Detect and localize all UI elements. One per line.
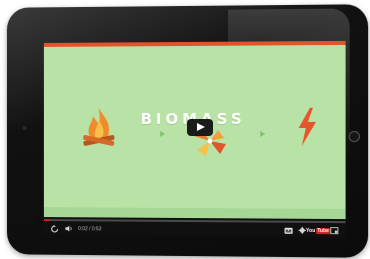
fullscreen-icon bbox=[330, 227, 338, 234]
flow-arrow bbox=[260, 131, 266, 138]
video-frame[interactable]: BIOMASS bbox=[43, 40, 346, 220]
captions-icon bbox=[284, 227, 293, 234]
duration: 0:53 bbox=[91, 225, 102, 232]
flow-arrow bbox=[160, 131, 166, 137]
play-icon bbox=[196, 122, 205, 131]
volume-icon bbox=[65, 225, 73, 232]
video-player: BIOMASS 0:02 / 0:53 bbox=[43, 40, 346, 238]
gear-icon bbox=[298, 226, 306, 234]
tablet-device: BIOMASS 0:02 / 0:53 bbox=[6, 4, 369, 258]
front-camera bbox=[22, 126, 27, 131]
progress-fill bbox=[43, 219, 50, 222]
play-button[interactable] bbox=[186, 118, 213, 137]
replay-button[interactable] bbox=[50, 222, 60, 235]
video-ground-strip bbox=[43, 207, 346, 220]
home-button[interactable] bbox=[348, 131, 360, 143]
youtube-logo-you: You bbox=[306, 227, 316, 234]
youtube-logo: You Tube bbox=[306, 227, 331, 234]
fullscreen-button[interactable] bbox=[329, 224, 339, 237]
replay-icon bbox=[51, 225, 59, 233]
time-display: 0:02 / 0:53 bbox=[78, 226, 101, 232]
youtube-logo-button[interactable]: You Tube bbox=[306, 224, 331, 237]
captions-button[interactable] bbox=[284, 224, 294, 237]
volume-button[interactable] bbox=[64, 222, 74, 235]
youtube-logo-tube: Tube bbox=[316, 227, 331, 234]
player-controls: 0:02 / 0:53 You Tube bbox=[44, 222, 346, 237]
current-time: 0:02 bbox=[78, 225, 88, 232]
